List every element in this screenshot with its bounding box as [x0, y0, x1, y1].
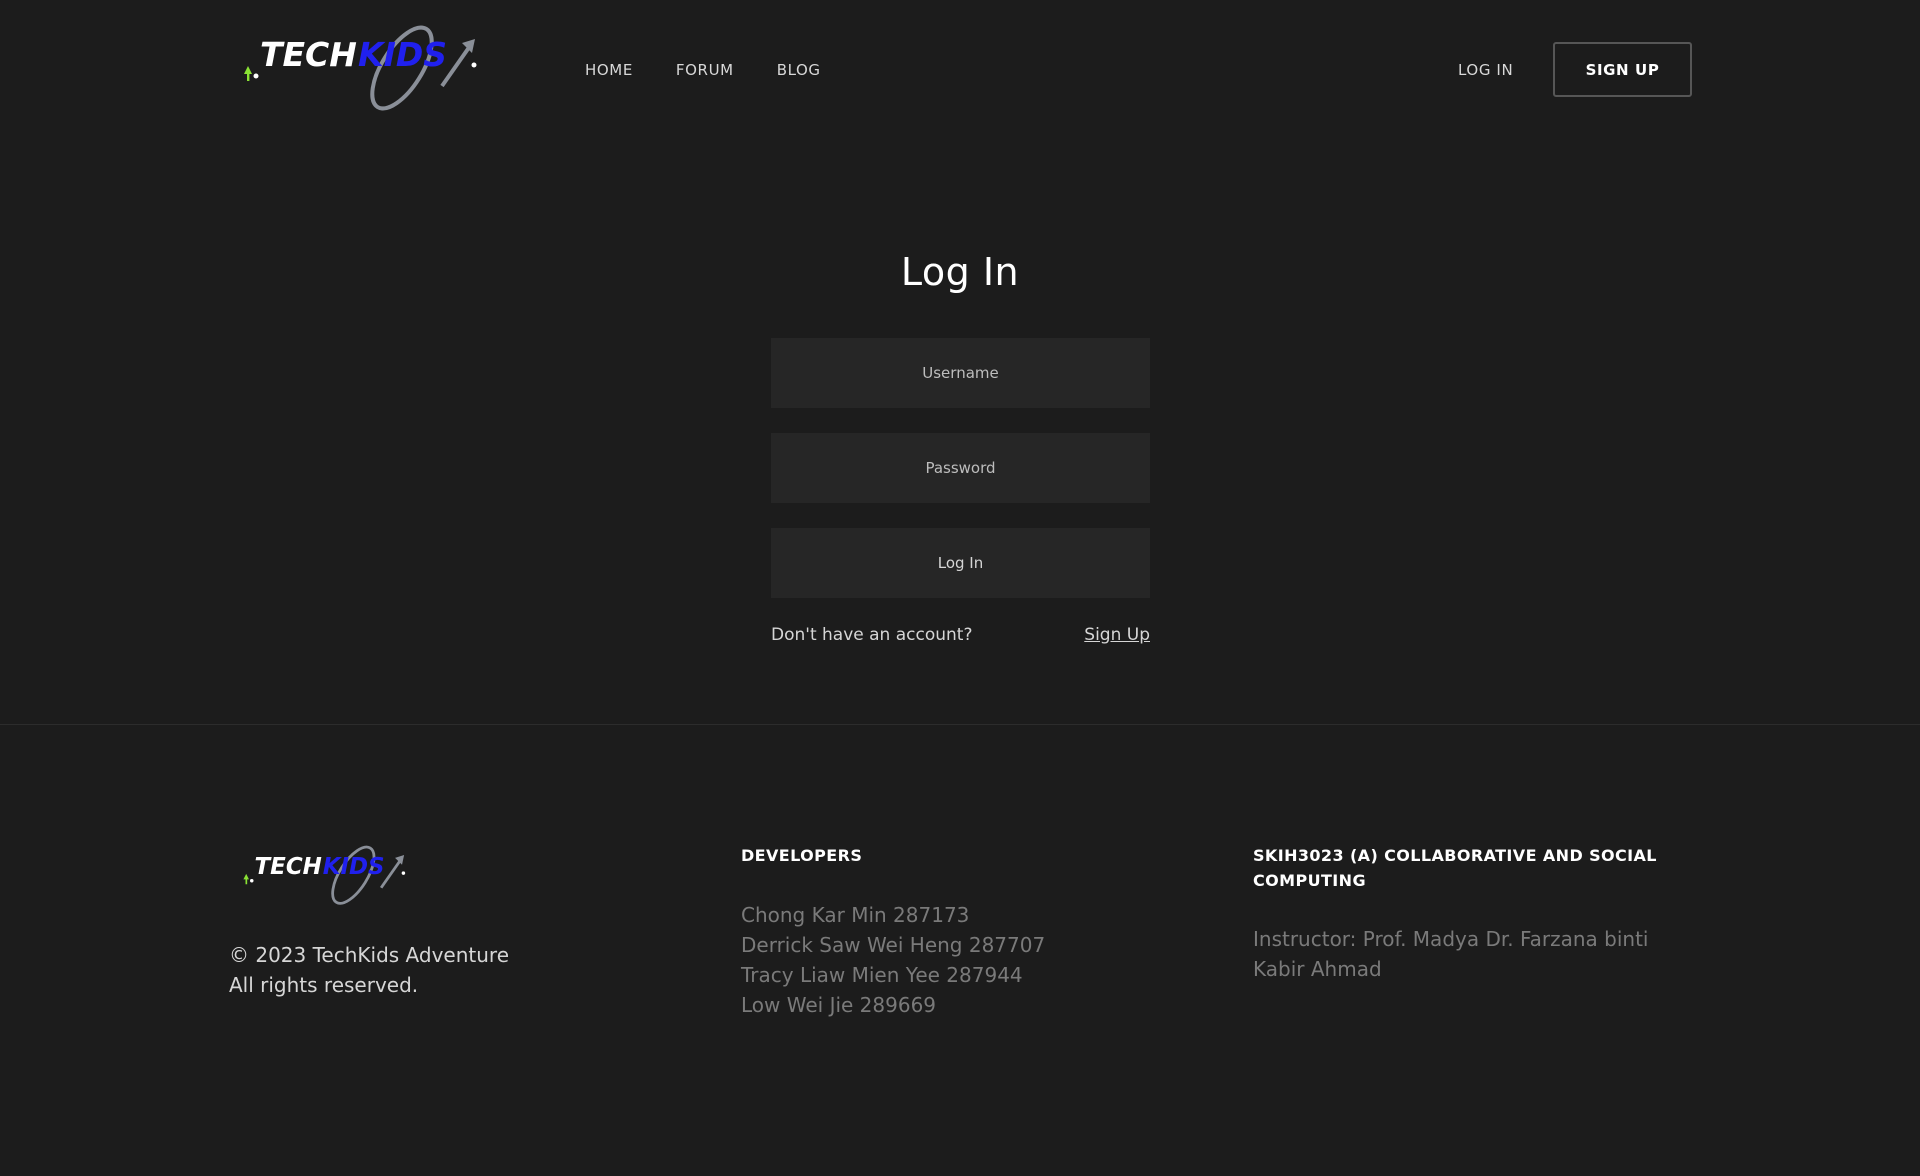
nav-home[interactable]: HOME	[585, 59, 633, 81]
login-title: Log In	[900, 250, 1020, 294]
course-heading: SKIH3023 (A) COLLABORATIVE AND SOCIAL CO…	[1253, 846, 1657, 890]
login-page: TECH KIDS HOME FORUM BLOG LOG IN SIGN UP…	[0, 0, 1920, 1176]
svg-text:TECH: TECH	[255, 854, 322, 880]
header-login-link[interactable]: LOG IN	[1458, 59, 1513, 81]
techkids-logo-icon: TECH KIDS	[243, 845, 406, 905]
developers-list: Chong Kar Min 287173 Derrick Saw Wei Hen…	[741, 900, 1045, 1020]
svg-text:KIDS: KIDS	[358, 35, 447, 74]
footer-divider	[0, 724, 1920, 725]
main-nav: HOME FORUM BLOG	[585, 59, 821, 81]
copyright: © 2023 TechKids Adventure All rights res…	[229, 940, 589, 1000]
rights-line: All rights reserved.	[229, 973, 419, 997]
site-logo[interactable]: TECH KIDS	[242, 25, 482, 118]
footer-logo: TECH KIDS	[238, 845, 413, 910]
techkids-logo-icon: TECH KIDS	[244, 25, 477, 111]
copyright-line: © 2023 TechKids Adventure	[229, 943, 509, 967]
login-submit-button[interactable]: Log In	[771, 528, 1150, 598]
developer-item: Tracy Liaw Mien Yee 287944	[741, 963, 1023, 987]
developer-item: Derrick Saw Wei Heng 287707	[741, 933, 1046, 957]
no-account-text: Don't have an account?	[771, 625, 973, 645]
developer-item: Low Wei Jie 289669	[741, 993, 937, 1017]
developers-heading: DEVELOPERS	[741, 846, 863, 865]
signup-link[interactable]: Sign Up	[1084, 625, 1150, 645]
nav-blog[interactable]: BLOG	[777, 59, 821, 81]
signup-prompt: Don't have an account? Sign Up	[771, 625, 1150, 645]
username-input[interactable]	[771, 338, 1150, 408]
svg-text:TECH: TECH	[260, 35, 357, 74]
nav-forum[interactable]: FORUM	[676, 59, 734, 81]
developer-item: Chong Kar Min 287173	[741, 903, 970, 927]
password-input[interactable]	[771, 433, 1150, 503]
svg-text:KIDS: KIDS	[323, 854, 385, 880]
header-signup-button[interactable]: SIGN UP	[1553, 42, 1692, 97]
instructor-text: Instructor: Prof. Madya Dr. Farzana bint…	[1253, 927, 1649, 981]
